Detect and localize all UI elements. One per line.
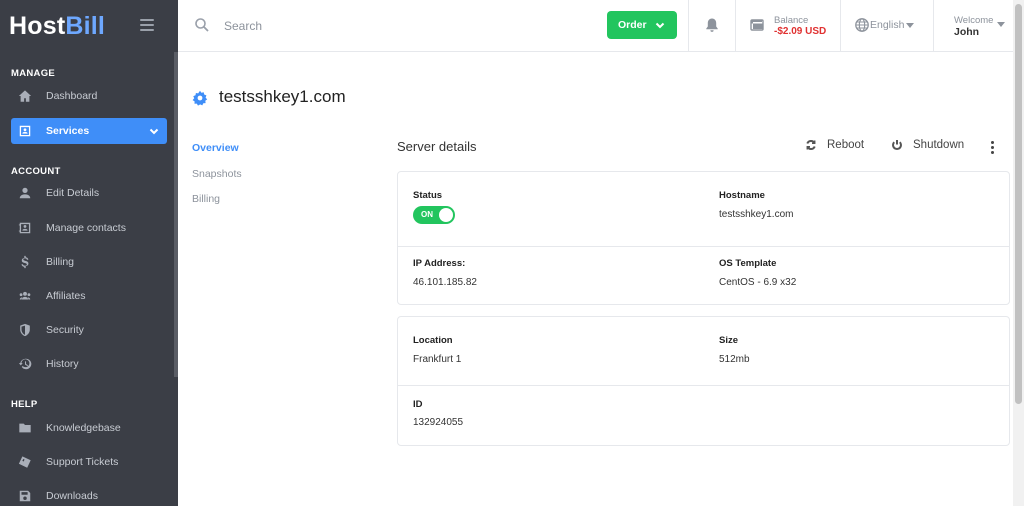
hostname-label: Hostname: [719, 190, 765, 201]
folder-icon: [17, 420, 33, 436]
globe-icon: [855, 18, 869, 32]
home-icon: [17, 88, 33, 104]
sidebar-item-label: Downloads: [46, 490, 98, 502]
ticket-icon: [17, 454, 33, 470]
card-divider: [398, 385, 1009, 386]
sidebar-item-label: Security: [46, 324, 84, 336]
sidebar-item-label: Manage contacts: [46, 222, 126, 234]
shutdown-label: Shutdown: [913, 139, 965, 151]
size-label: Size: [719, 335, 739, 346]
brand-logo-part2: Bill: [65, 11, 106, 40]
sidebar-item-support-tickets[interactable]: Support Tickets: [11, 449, 167, 475]
user-menu[interactable]: John: [954, 26, 979, 38]
subnav-snapshots[interactable]: Snapshots: [192, 168, 242, 180]
topbar-divider: [688, 0, 689, 51]
sidebar-item-services[interactable]: Services: [11, 118, 167, 144]
language-selector[interactable]: English: [870, 19, 904, 31]
caret-down-icon: [906, 23, 914, 28]
sidebar-item-history[interactable]: History: [11, 351, 167, 377]
history-icon: [17, 356, 33, 372]
location-label: Location: [413, 335, 453, 346]
id-label: ID: [413, 399, 423, 410]
brand-logo[interactable]: HostBill: [9, 12, 105, 41]
sidebar-item-label: Edit Details: [46, 187, 100, 199]
ip-address-label: IP Address:: [413, 258, 466, 269]
contacts-icon: [17, 220, 33, 236]
balance-label: Balance: [774, 15, 809, 26]
sidebar-item-label: Support Tickets: [46, 456, 119, 468]
main-content: testsshkey1.com Overview Snapshots Billi…: [178, 52, 1013, 506]
subnav-billing[interactable]: Billing: [192, 193, 220, 205]
sidebar-item-security[interactable]: Security: [11, 317, 167, 343]
server-info-card: Location Frankfurt 1 Size 512mb ID 13292…: [397, 316, 1010, 446]
hostname-value: testsshkey1.com: [719, 209, 794, 220]
sidebar-section-account: ACCOUNT: [11, 166, 61, 177]
sidebar-item-manage-contacts[interactable]: Manage contacts: [11, 215, 167, 241]
chevron-down-icon: [655, 20, 665, 30]
sidebar-item-billing[interactable]: Billing: [11, 249, 167, 275]
topbar-divider: [933, 0, 934, 51]
user-icon: [17, 185, 33, 201]
sidebar-item-dashboard[interactable]: Dashboard: [11, 83, 167, 109]
sidebar: HostBill MANAGE Dashboard Services ACCOU…: [0, 0, 178, 506]
sidebar-item-label: Affiliates: [46, 290, 86, 302]
toggle-knob: [439, 208, 453, 222]
power-icon: [892, 140, 902, 151]
brand-logo-part1: Host: [9, 11, 66, 40]
reboot-button[interactable]: Reboot: [805, 139, 864, 151]
search-icon[interactable]: [194, 17, 210, 33]
page-scrollbar[interactable]: [1013, 0, 1024, 506]
order-button-label: Order: [618, 19, 647, 31]
status-label: Status: [413, 190, 443, 201]
sidebar-item-label: Billing: [46, 256, 75, 268]
ip-address-value: 46.101.185.82: [413, 277, 477, 288]
gear-icon: [192, 90, 208, 106]
shutdown-button[interactable]: Shutdown: [891, 139, 964, 151]
welcome-label: Welcome: [954, 15, 994, 26]
sidebar-item-knowledgebase[interactable]: Knowledgebase: [11, 415, 167, 441]
reboot-label: Reboot: [827, 139, 865, 151]
sidebar-item-affiliates[interactable]: Affiliates: [11, 283, 167, 309]
chevron-down-icon: [149, 126, 159, 136]
sidebar-item-label: History: [46, 358, 79, 370]
refresh-icon: [806, 139, 816, 151]
status-toggle-text: ON: [421, 210, 433, 219]
server-details-card: Status ON Hostname testsshkey1.com IP Ad…: [397, 171, 1010, 305]
sidebar-item-label: Knowledgebase: [46, 422, 121, 434]
dollar-icon: [17, 254, 33, 270]
topbar-divider: [840, 0, 841, 51]
balance-value: -$2.09 USD: [774, 26, 827, 37]
logo-row: HostBill: [0, 0, 178, 52]
search-input[interactable]: [224, 16, 424, 36]
topbar: Order Balance -$2.09 USD English Welcome…: [178, 0, 1013, 52]
shield-icon: [17, 322, 33, 338]
sidebar-section-manage: MANAGE: [11, 68, 56, 79]
save-icon: [17, 488, 33, 504]
os-template-label: OS Template: [719, 258, 777, 269]
sidebar-item-downloads[interactable]: Downloads: [11, 483, 167, 506]
section-heading: Server details: [397, 139, 477, 154]
subnav-overview[interactable]: Overview: [192, 142, 239, 154]
page-scrollbar-thumb[interactable]: [1015, 4, 1022, 404]
wallet-icon: [750, 19, 764, 31]
sidebar-item-label: Services: [46, 125, 90, 137]
os-template-value: CentOS - 6.9 x32: [719, 277, 797, 288]
id-value: 132924055: [413, 417, 464, 428]
page-title: testsshkey1.com: [219, 87, 346, 106]
affiliates-icon: [17, 288, 33, 304]
notifications-bell-icon[interactable]: [704, 17, 720, 33]
sidebar-item-label: Dashboard: [46, 90, 98, 102]
location-value: Frankfurt 1: [413, 354, 462, 365]
topbar-divider: [735, 0, 736, 51]
order-button[interactable]: Order: [607, 11, 677, 39]
status-toggle[interactable]: ON: [413, 206, 455, 224]
hamburger-menu-icon[interactable]: [140, 19, 154, 31]
size-value: 512mb: [719, 354, 750, 365]
card-divider: [398, 246, 1009, 247]
more-options-icon[interactable]: [991, 141, 995, 155]
sidebar-section-help: HELP: [11, 399, 38, 410]
sidebar-item-edit-details[interactable]: Edit Details: [11, 180, 167, 206]
caret-down-icon[interactable]: [997, 22, 1005, 27]
services-icon: [17, 123, 33, 139]
